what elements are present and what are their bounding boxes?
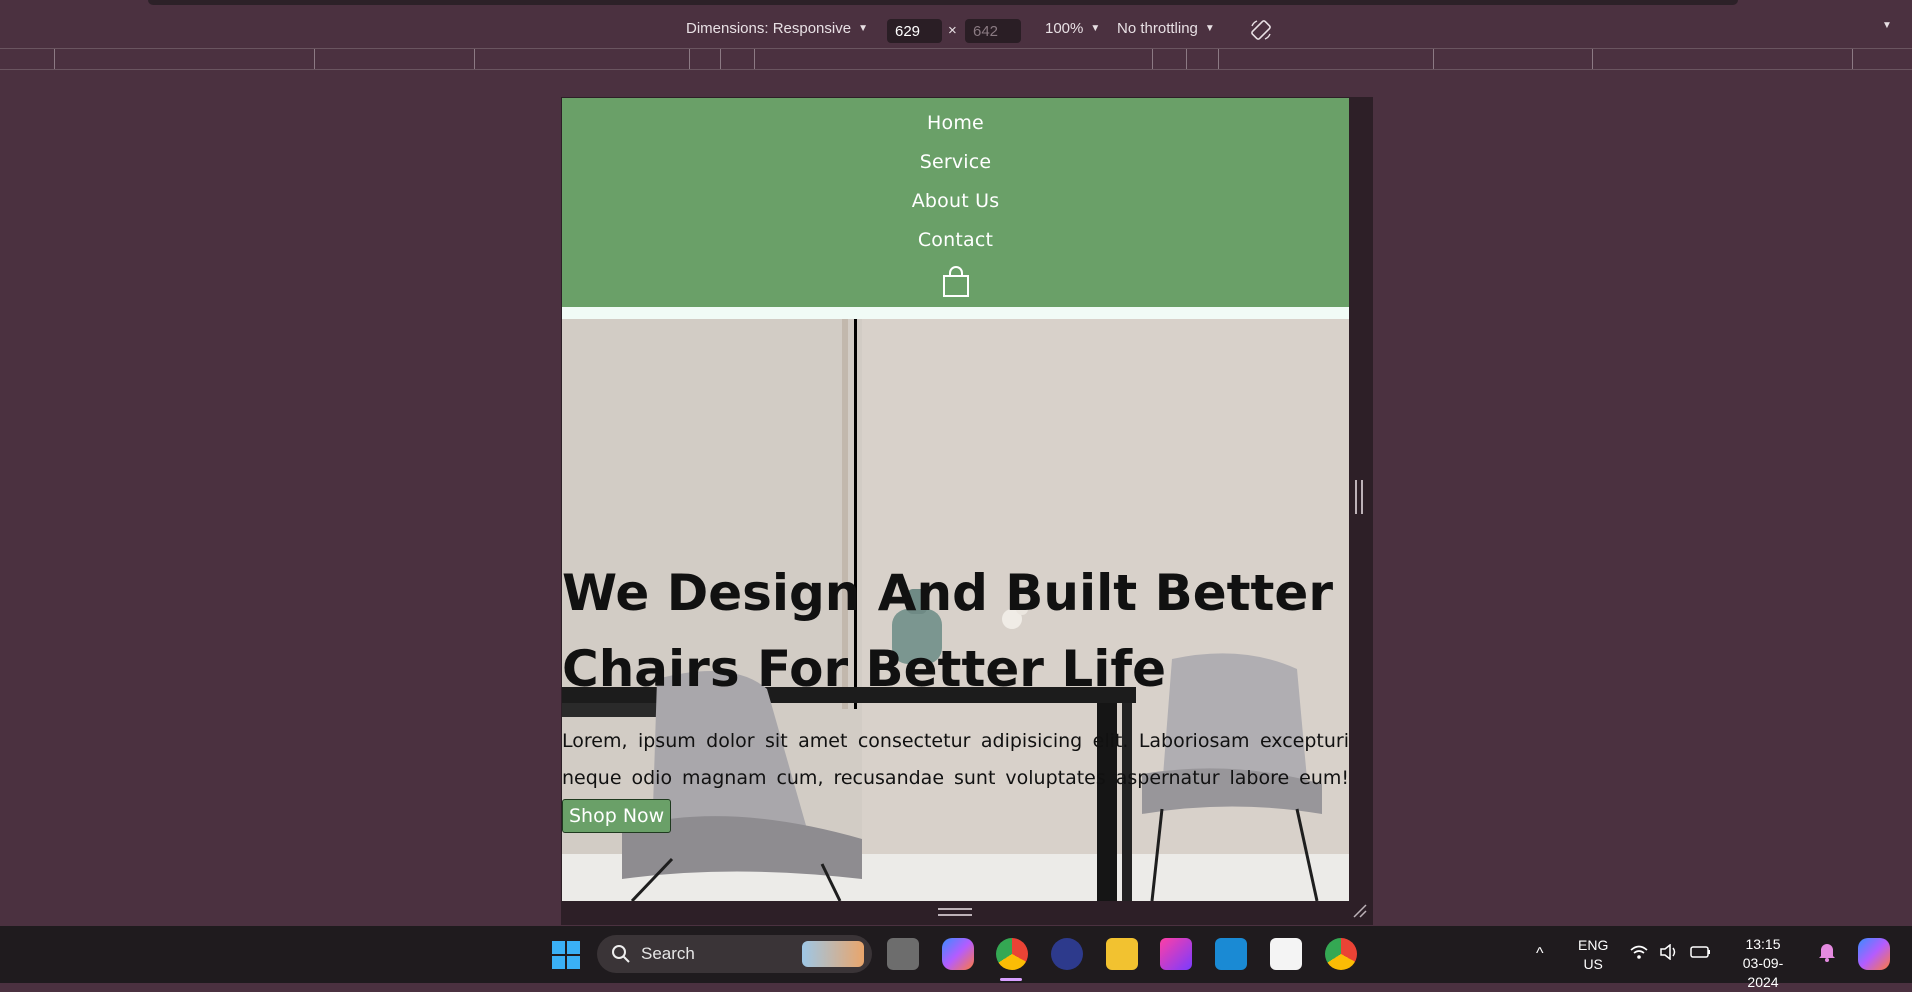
search-label: Search — [641, 944, 695, 963]
active-app-indicator — [1000, 978, 1022, 981]
nav-service[interactable]: Service — [920, 147, 992, 186]
taskbar-search[interactable]: Search — [597, 935, 872, 973]
dimensions-dropdown[interactable]: Dimensions: Responsive ▼ — [686, 20, 868, 37]
resize-corner-icon[interactable] — [1352, 903, 1368, 919]
task-view-icon[interactable] — [887, 938, 919, 970]
dimensions-label: Dimensions: Responsive — [686, 20, 852, 37]
chevron-down-icon: ▼ — [1090, 23, 1101, 34]
wifi-icon[interactable] — [1630, 944, 1648, 965]
chrome-profile-icon[interactable] — [1325, 938, 1357, 970]
clock-time: 13:15 — [1745, 936, 1781, 952]
hero-heading: We Design And Built Better Chairs For Be… — [562, 564, 1333, 698]
clock[interactable]: 13:15 03-09-2024 — [1730, 935, 1796, 992]
vscode-icon[interactable] — [1215, 938, 1247, 970]
more-options-icon[interactable]: ▼ — [1882, 20, 1892, 31]
lang-code: ENG — [1578, 937, 1609, 953]
clock-date: 03-09-2024 — [1742, 955, 1784, 990]
nav-contact[interactable]: Contact — [918, 225, 993, 264]
file-explorer-icon[interactable] — [1106, 938, 1138, 970]
eclipse-icon[interactable] — [1051, 938, 1083, 970]
chevron-down-icon: ▼ — [1204, 23, 1215, 34]
region-code: US — [1583, 956, 1603, 972]
snipping-tool-icon[interactable] — [1270, 938, 1302, 970]
height-input[interactable] — [965, 19, 1021, 43]
search-icon — [612, 945, 630, 963]
copilot-pre-icon[interactable] — [1858, 938, 1890, 970]
shop-now-button[interactable]: Shop Now — [562, 798, 672, 833]
device-toolbar: Dimensions: Responsive ▼ × 100% ▼ No thr… — [0, 10, 1912, 50]
taskbar: Search ^ ENG US 13:15 03-09-2024 — [0, 926, 1912, 990]
nav-home[interactable]: Home — [927, 108, 984, 147]
notification-bell-icon[interactable] — [1818, 942, 1836, 967]
chrome-icon[interactable] — [996, 938, 1028, 970]
volume-icon[interactable] — [1660, 943, 1680, 965]
shopping-bag-icon[interactable] — [941, 266, 971, 303]
language-indicator[interactable]: ENG US — [1578, 936, 1608, 974]
hero-body: Lorem, ipsum dolor sit amet consectetur … — [562, 730, 1349, 789]
intellij-icon[interactable] — [1160, 938, 1192, 970]
resize-handle-bottom[interactable] — [938, 908, 972, 916]
hero-section: We Design And Built Better Chairs For Be… — [562, 319, 1349, 901]
windows-start-icon[interactable] — [551, 940, 581, 975]
media-query-ruler[interactable] — [0, 48, 1912, 70]
search-highlight-image — [802, 941, 864, 967]
times-sign: × — [948, 22, 957, 39]
resize-handle-right[interactable] — [1355, 480, 1363, 514]
throttling-dropdown[interactable]: No throttling ▼ — [1117, 20, 1215, 37]
width-input[interactable] — [887, 19, 942, 43]
nav-about-us[interactable]: About Us — [912, 186, 1000, 225]
zoom-dropdown[interactable]: 100% ▼ — [1045, 20, 1100, 37]
zoom-label: 100% — [1045, 20, 1084, 37]
chevron-down-icon: ▼ — [858, 23, 868, 34]
throttling-label: No throttling — [1117, 20, 1198, 37]
chevron-up-icon[interactable]: ^ — [1536, 944, 1544, 963]
nav-divider — [562, 307, 1349, 319]
page-viewport: Home Service About Us Contact We Design … — [562, 98, 1349, 901]
main-nav: Home Service About Us Contact — [562, 98, 1349, 307]
window-top-edge — [148, 0, 1738, 5]
battery-icon[interactable] — [1690, 945, 1712, 964]
hero-text: Lorem, ipsum dolor sit amet consectetur … — [562, 723, 1349, 834]
rotate-icon[interactable] — [1249, 18, 1273, 42]
copilot-icon[interactable] — [942, 938, 974, 970]
